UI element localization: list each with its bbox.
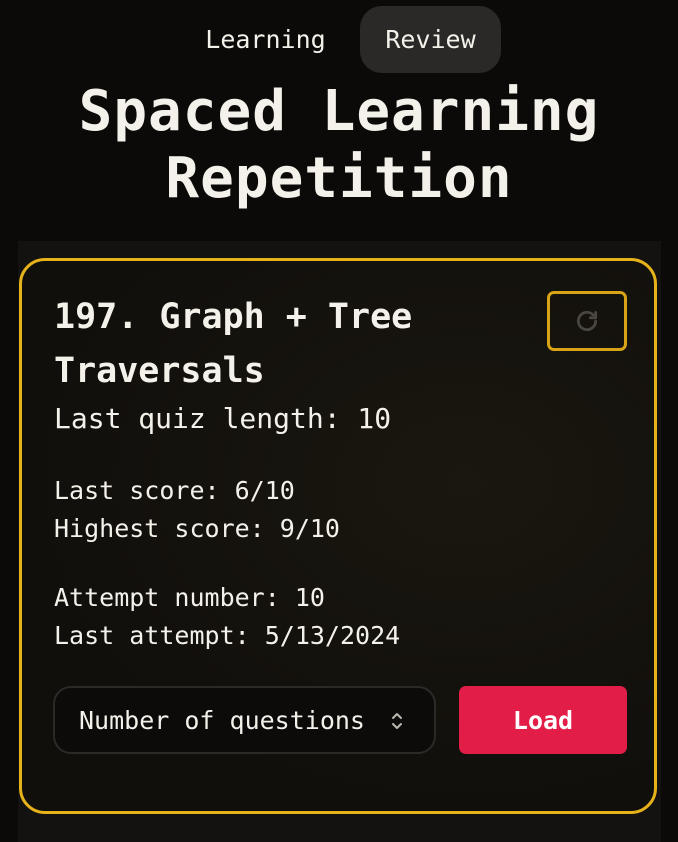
question-count-select[interactable]: Number of questions: [53, 686, 436, 754]
last-quiz-length: Last quiz length: 10: [54, 402, 392, 435]
highest-score: Highest score: 9/10: [54, 514, 340, 543]
tab-learning[interactable]: Learning: [183, 6, 348, 73]
tab-review[interactable]: Review: [360, 6, 501, 73]
topic-title-line-1: 197. Graph + Tree: [54, 297, 413, 337]
chevron-up-down-icon: [392, 713, 402, 729]
attempt-number: Attempt number: 10: [54, 583, 325, 612]
page-title-line-1: Spaced Learning: [78, 79, 600, 144]
page-title-line-2: Repetition: [165, 146, 513, 211]
page-title: Spaced Learning Repetition: [0, 78, 678, 212]
last-attempt: Last attempt: 5/13/2024: [54, 621, 401, 650]
topic-title-line-2: Traversals: [54, 351, 265, 391]
refresh-icon: [577, 310, 598, 331]
tab-bar: Learning Review: [0, 6, 678, 73]
load-button[interactable]: Load: [459, 686, 627, 754]
refresh-button[interactable]: [547, 291, 627, 351]
question-count-placeholder: Number of questions: [79, 705, 365, 735]
topic-title: 197. Graph + Tree Traversals: [54, 290, 534, 398]
last-score: Last score: 6/10: [54, 476, 295, 505]
